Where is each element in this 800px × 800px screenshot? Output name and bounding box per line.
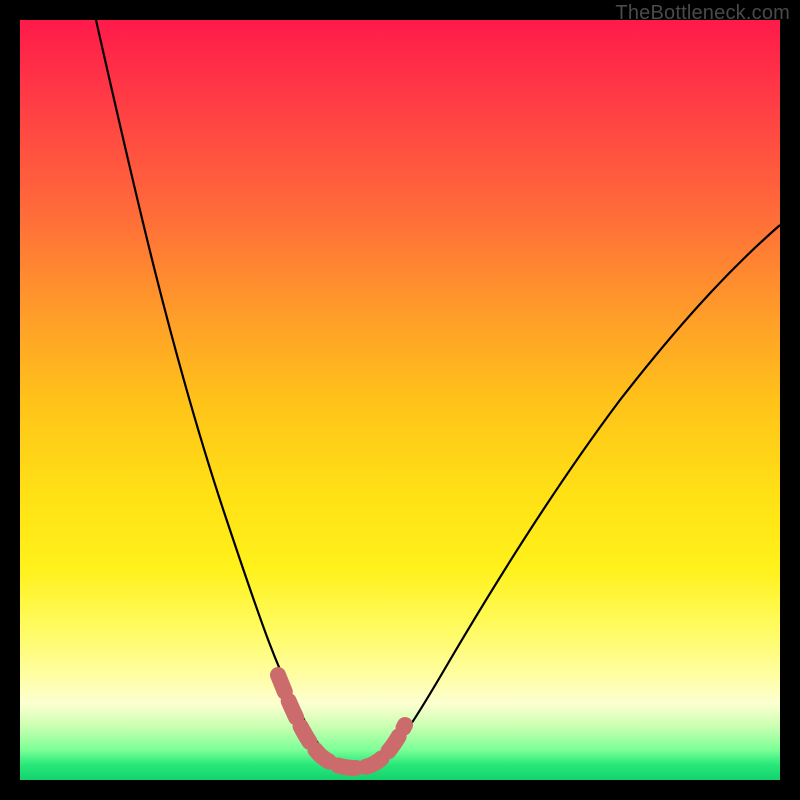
bottleneck-curve-svg	[20, 20, 780, 780]
plot-area	[20, 20, 780, 780]
chart-frame: TheBottleneck.com	[0, 0, 800, 800]
bottleneck-curve	[96, 20, 780, 766]
valley-highlight	[278, 675, 405, 768]
watermark-text: TheBottleneck.com	[615, 2, 790, 25]
